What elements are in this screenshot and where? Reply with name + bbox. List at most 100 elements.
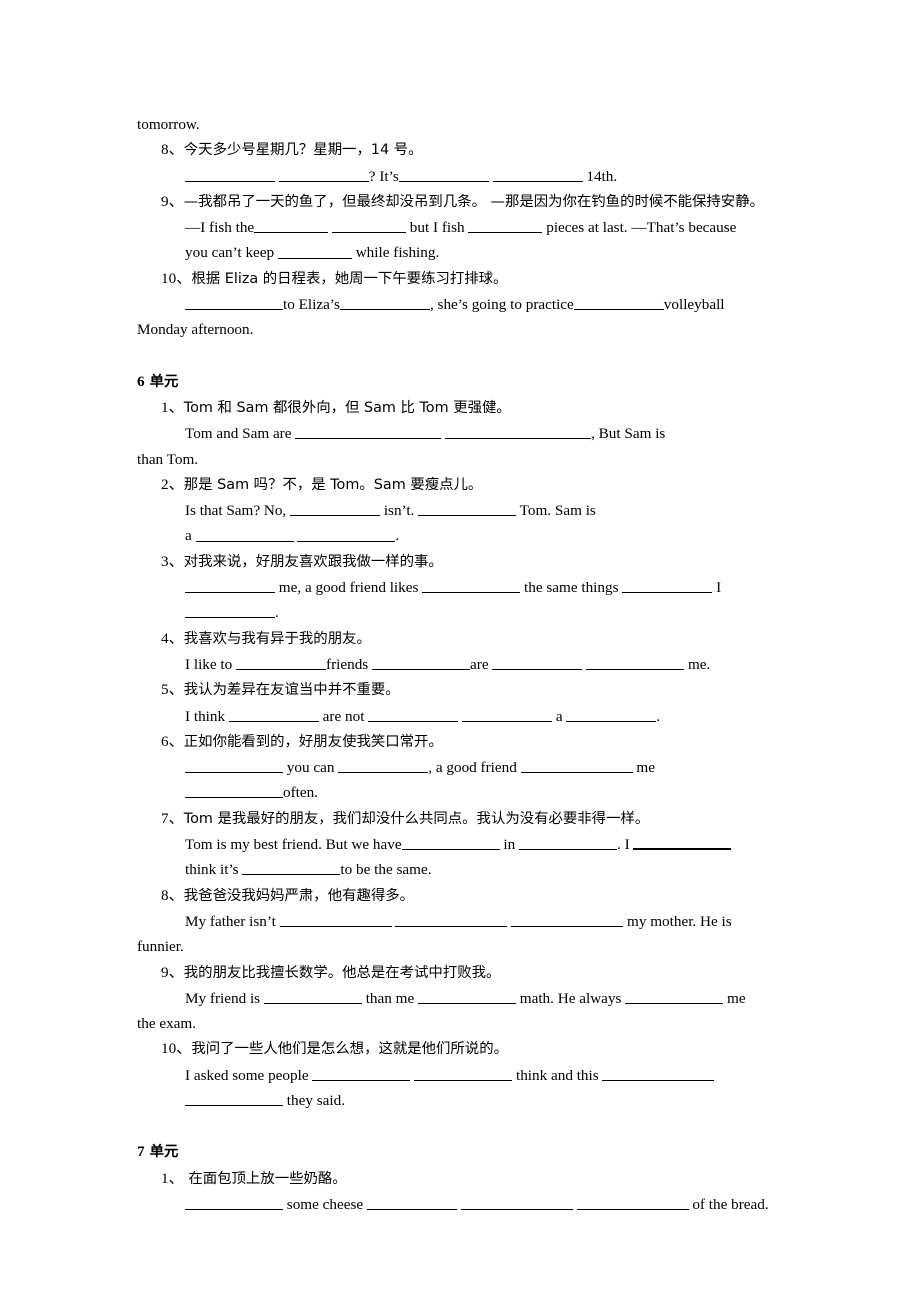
fill-in-blank[interactable] (418, 501, 517, 517)
answer-line: to Eliza’s , she’s going to practice volle… (137, 292, 785, 317)
fill-in-blank[interactable] (462, 706, 553, 722)
answer-text: Tom and Sam are (185, 425, 296, 443)
fill-in-blank[interactable] (263, 988, 362, 1004)
fill-in-blank[interactable] (573, 295, 664, 311)
fill-in-blank[interactable] (460, 1195, 573, 1210)
fill-in-blank[interactable] (185, 783, 283, 799)
question-number: 7、 (161, 809, 184, 827)
question-prompt: 3、对我来说，好朋友喜欢跟我做一样的事。 (137, 549, 785, 575)
fill-in-blank[interactable] (242, 860, 341, 876)
fill-in-blank[interactable] (520, 758, 633, 774)
fill-in-blank[interactable] (278, 166, 369, 182)
fill-in-blank[interactable] (185, 578, 275, 594)
fill-in-blank[interactable] (185, 758, 283, 774)
section-unit5-tail: 8、今天多少号星期几？星期一，14 号。 ? It’s 14th. 9、—我都吊了… (137, 137, 785, 342)
answer-text: are not (318, 707, 369, 725)
question-number: 1、 (161, 1169, 184, 1187)
fill-in-blank[interactable] (185, 1195, 283, 1210)
fill-in-blank[interactable] (368, 706, 459, 722)
fill-in-blank[interactable] (195, 526, 294, 542)
fill-in-blank[interactable] (185, 1091, 283, 1107)
question-number: 2、 (161, 475, 184, 493)
answer-line: ? It’s 14th. (137, 164, 785, 189)
question-prompt: 9、—我都吊了一天的鱼了，但最终却没吊到几条。 —那是因为你在钓鱼的时候不能保持… (137, 189, 785, 215)
answer-line: they said. (137, 1088, 785, 1113)
answer-line: I like to friends are me. (137, 652, 785, 677)
answer-text: you can’t keep (185, 244, 278, 262)
answer-text: Monday afternoon. (137, 321, 254, 339)
section-unit7: 7 单元 1、 在面包顶上放一些奶酪。 some cheese of the br… (137, 1113, 785, 1217)
fill-in-blank[interactable] (277, 243, 352, 259)
fill-in-blank[interactable] (401, 835, 500, 851)
fill-in-blank[interactable] (422, 578, 521, 594)
answer-line: some cheese of the bread. (137, 1192, 785, 1217)
fill-in-blank[interactable] (602, 1065, 715, 1081)
fill-in-blank[interactable] (492, 655, 583, 670)
fill-in-blank[interactable] (633, 834, 732, 851)
fill-in-blank[interactable] (185, 295, 283, 311)
answer-text: My father isn’t (185, 912, 280, 930)
fill-in-blank[interactable] (586, 655, 685, 670)
answer-line: My father isn’t my mother. He is (137, 909, 785, 934)
fill-in-blank[interactable] (236, 655, 327, 670)
fill-in-blank[interactable] (254, 218, 329, 234)
fill-in-blank[interactable] (279, 912, 392, 927)
fill-in-blank[interactable] (492, 166, 583, 182)
answer-text: . (395, 527, 400, 545)
answer-text: some cheese (283, 1195, 367, 1213)
question-prompt-text: 我问了一些人他们是怎么想，这就是他们所说的。 (191, 1041, 508, 1058)
fill-in-blank[interactable] (295, 424, 442, 440)
answer-line: you can’t keep while fishing. (137, 240, 785, 265)
fill-in-blank[interactable] (185, 166, 275, 182)
answer-line: you can , a good friend me (137, 755, 785, 780)
question-prompt: 9、我的朋友比我擅长数学。他总是在考试中打败我。 (137, 960, 785, 986)
fill-in-blank[interactable] (185, 603, 275, 619)
answer-text: pieces at last. —That’s because (542, 219, 737, 237)
answer-text: my mother. He is (623, 912, 732, 930)
question-prompt: 1、 在面包顶上放一些奶酪。 (137, 1166, 785, 1192)
question-prompt-text: 我的朋友比我擅长数学。他总是在考试中打败我。 (183, 964, 501, 981)
answer-text: . (656, 707, 661, 725)
fill-in-blank[interactable] (511, 912, 624, 927)
fill-in-blank[interactable] (398, 166, 489, 182)
answer-text: of the bread. (688, 1195, 769, 1213)
fill-in-blank[interactable] (625, 988, 724, 1004)
question-prompt: 8、今天多少号星期几？星期一，14 号。 (137, 137, 785, 163)
question-prompt-text: —我都吊了一天的鱼了，但最终却没吊到几条。 —那是因为你在钓鱼的时候不能保持安静… (183, 193, 764, 210)
fill-in-blank[interactable] (366, 1195, 457, 1210)
question-prompt-text: 今天多少号星期几？星期一，14 号。 (183, 142, 423, 159)
question-number: 10、 (161, 269, 192, 287)
fill-in-blank[interactable] (331, 218, 406, 234)
unit-number: 6 (137, 372, 145, 390)
fill-in-blank[interactable] (417, 988, 516, 1004)
fill-in-blank[interactable] (395, 912, 508, 927)
fill-in-blank[interactable] (297, 526, 396, 542)
question-number: 10、 (161, 1040, 192, 1058)
fill-in-blank[interactable] (576, 1195, 689, 1210)
fill-in-blank[interactable] (414, 1065, 513, 1081)
question-number: 1、 (161, 398, 184, 416)
answer-text: to be the same. (340, 861, 432, 879)
fill-in-blank[interactable] (468, 218, 543, 234)
fill-in-blank[interactable] (228, 706, 319, 722)
answer-text: I (712, 579, 722, 597)
answer-text: the same things (520, 579, 623, 597)
fill-in-blank[interactable] (339, 295, 430, 311)
fill-in-blank[interactable] (312, 1065, 411, 1081)
fill-in-blank[interactable] (519, 835, 618, 851)
fill-in-blank[interactable] (622, 578, 713, 594)
answer-text: me (632, 759, 655, 777)
answer-line: Monday afternoon. (137, 317, 785, 342)
worksheet-page: tomorrow. 8、今天多少号星期几？星期一，14 号。 ? It’s 14t… (0, 0, 920, 1302)
question-prompt: 7、Tom 是我最好的朋友，我们却没什么共同点。我认为没有必要非得一样。 (137, 806, 785, 832)
fill-in-blank[interactable] (338, 758, 429, 774)
question-number: 6、 (161, 732, 184, 750)
fill-in-blank[interactable] (372, 655, 471, 670)
answer-text: are (470, 655, 493, 673)
section-unit6: 6 单元 1、Tom 和 Sam 都很外向，但 Sam 比 Tom 更强健。 Tom… (137, 343, 785, 1114)
fill-in-blank[interactable] (445, 424, 592, 440)
question-prompt: 10、我问了一些人他们是怎么想，这就是他们所说的。 (137, 1036, 785, 1062)
fill-in-blank[interactable] (566, 706, 657, 722)
fill-in-blank[interactable] (290, 501, 381, 517)
